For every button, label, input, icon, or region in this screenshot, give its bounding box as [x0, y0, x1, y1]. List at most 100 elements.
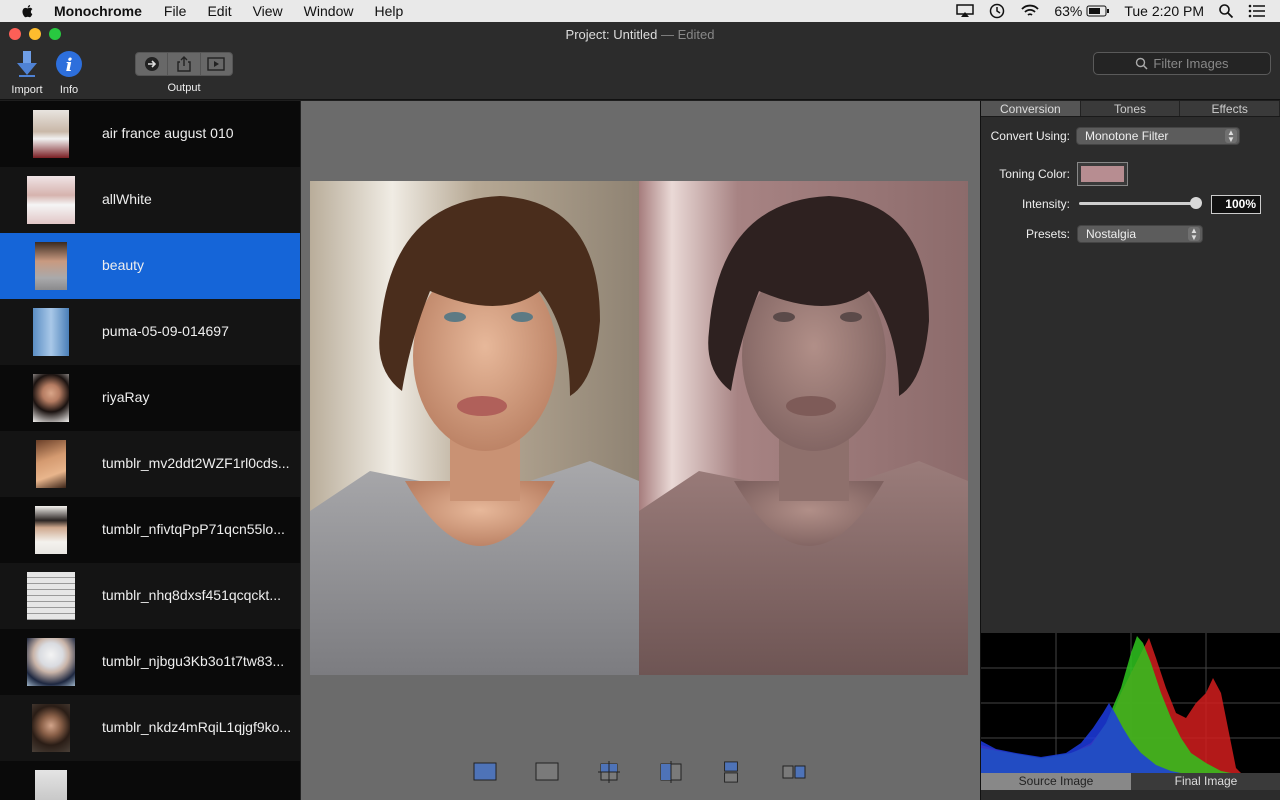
presets-label: Presets: [1025, 227, 1070, 241]
intensity-slider-track[interactable] [1079, 202, 1201, 205]
menu-view[interactable]: View [253, 0, 283, 22]
import-label: Import [11, 84, 43, 96]
presets-select[interactable]: Nostalgia ▲ ▼ [1077, 225, 1203, 243]
presets-value: Nostalgia [1086, 227, 1137, 241]
menu-clock[interactable]: Tue 2:20 PM [1124, 3, 1204, 19]
image-thumbnail [27, 506, 75, 554]
preview-area [300, 101, 980, 800]
image-name: beauty [102, 257, 145, 273]
info-label: Info [59, 84, 79, 96]
image-list-item-selected[interactable]: beauty [0, 233, 300, 299]
image-name: tumblr_nhq8dxsf451qcqckt... [102, 587, 281, 603]
menu-file[interactable]: File [164, 0, 187, 22]
image-list-item[interactable]: tumblr_nhq8dxsf451qcqckt... [0, 563, 300, 629]
tab-effects[interactable]: Effects [1180, 101, 1280, 116]
convert-using-value: Monotone Filter [1085, 129, 1169, 143]
intensity-slider-knob[interactable] [1190, 197, 1202, 209]
image-thumbnail [27, 572, 75, 620]
view-side-by-side-icon[interactable] [782, 761, 806, 783]
import-arrow-icon [17, 51, 37, 77]
arrow-right-circle-icon [144, 57, 159, 71]
image-thumbnail [27, 704, 75, 752]
time-machine-icon[interactable] [988, 3, 1006, 19]
battery-percent: 63% [1054, 3, 1083, 19]
image-list: air france august 010 allWhite beauty pu… [0, 101, 300, 800]
app-menu[interactable]: Monochrome [54, 0, 142, 22]
menu-help[interactable]: Help [374, 0, 403, 22]
portrait-color-image [310, 181, 639, 675]
histogram-tabs: Source Image Final Image [981, 773, 1280, 790]
updown-chevron-icon: ▲ ▼ [1188, 227, 1200, 242]
view-split-horizontal-icon[interactable] [598, 761, 620, 783]
image-name: tumblr_njbgu3Kb3o1t7tw83... [102, 653, 285, 669]
window-toolbar: Project: Untitled — Edited Import i Info… [0, 22, 1280, 100]
image-list-item[interactable]: allWhite [0, 167, 300, 233]
tab-final-image[interactable]: Final Image [1131, 773, 1280, 790]
image-name: air france august 010 [102, 125, 234, 141]
image-thumbnail [27, 176, 75, 224]
import-button[interactable]: Import [6, 50, 48, 96]
intensity-field[interactable]: 100% [1211, 195, 1261, 214]
image-list-item[interactable] [0, 761, 300, 800]
title-status: — Edited [660, 27, 715, 42]
output-segmented-control [135, 52, 233, 76]
view-source-single-icon[interactable] [535, 761, 559, 783]
image-list-item[interactable]: riyaRay [0, 365, 300, 431]
image-list-item[interactable]: tumblr_nfivtqPpP71qcn55lo... [0, 497, 300, 563]
image-list-item[interactable]: tumblr_njbgu3Kb3o1t7tw83... [0, 629, 300, 695]
svg-text:i: i [66, 55, 73, 76]
image-thumbnail [27, 242, 75, 290]
filter-images-search[interactable]: Filter Images [1093, 52, 1271, 75]
toning-color-well[interactable] [1077, 162, 1128, 186]
output-forward-button[interactable] [136, 53, 169, 75]
tab-conversion[interactable]: Conversion [981, 101, 1081, 116]
battery-icon[interactable] [1086, 5, 1110, 17]
intensity-label: Intensity: [1021, 197, 1070, 211]
final-photo[interactable] [639, 181, 968, 675]
histogram-plot [981, 633, 1280, 773]
output-slideshow-button[interactable] [201, 53, 232, 75]
image-list-item[interactable]: tumblr_nkdz4mRqiL1qjgf9ko... [0, 695, 300, 761]
image-thumbnail [27, 374, 75, 422]
toning-color-label: Toning Color: [999, 167, 1070, 181]
source-photo[interactable] [310, 181, 639, 675]
image-thumbnail [27, 110, 75, 158]
image-list-item[interactable]: air france august 010 [0, 101, 300, 167]
play-screen-icon [207, 57, 226, 71]
image-name: riyaRay [102, 389, 150, 405]
menu-edit[interactable]: Edit [207, 0, 231, 22]
tab-source-image[interactable]: Source Image [981, 773, 1131, 790]
image-thumbnail [27, 308, 75, 356]
apple-icon[interactable] [20, 3, 36, 19]
image-list-item[interactable]: tumblr_mv2ddt2WZF1rl0cds... [0, 431, 300, 497]
toning-color-swatch [1081, 166, 1124, 182]
view-final-single-icon[interactable] [473, 761, 497, 783]
window-title: Project: Untitled — Edited [0, 27, 1280, 42]
inspector-panel: Conversion Tones Effects Convert Using: … [980, 101, 1280, 800]
menu-window[interactable]: Window [304, 0, 354, 22]
convert-using-label: Convert Using: [990, 129, 1070, 143]
wifi-icon[interactable] [1020, 4, 1040, 18]
output-share-button[interactable] [168, 53, 201, 75]
updown-chevron-icon: ▲ ▼ [1225, 129, 1237, 144]
view-stacked-icon[interactable] [723, 761, 739, 783]
spotlight-icon[interactable] [1218, 3, 1234, 19]
image-thumbnail [27, 638, 75, 686]
inspector-tabs: Conversion Tones Effects [981, 101, 1280, 117]
search-icon [1136, 57, 1148, 70]
filter-placeholder: Filter Images [1153, 56, 1229, 71]
image-name: tumblr_mv2ddt2WZF1rl0cds... [102, 455, 290, 471]
info-icon: i [56, 51, 82, 77]
image-name: allWhite [102, 191, 152, 207]
portrait-toned-image [639, 181, 968, 675]
view-split-vertical-icon[interactable] [660, 761, 682, 783]
airplay-icon[interactable] [956, 4, 975, 18]
notification-center-icon[interactable] [1248, 4, 1266, 18]
tab-tones[interactable]: Tones [1080, 101, 1181, 116]
share-icon [177, 56, 191, 72]
info-button[interactable]: i Info [52, 50, 86, 96]
image-name: puma-05-09-014697 [102, 323, 229, 339]
convert-using-select[interactable]: Monotone Filter ▲ ▼ [1076, 127, 1240, 145]
title-project-name[interactable]: Untitled [613, 27, 657, 42]
image-list-item[interactable]: puma-05-09-014697 [0, 299, 300, 365]
